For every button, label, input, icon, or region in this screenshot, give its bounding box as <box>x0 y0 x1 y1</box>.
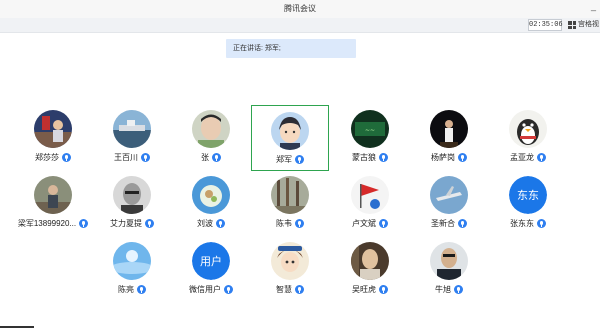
participant-name: 蒙古狼 <box>352 153 376 162</box>
participant-name: 郑军 <box>276 155 292 164</box>
microphone-icon[interactable] <box>212 153 221 162</box>
avatar <box>192 176 230 214</box>
microphone-icon[interactable] <box>145 219 154 228</box>
participant-name: 陈韦 <box>276 219 292 228</box>
microphone-icon[interactable] <box>537 219 546 228</box>
participant-tile[interactable]: 王百川 <box>94 107 170 171</box>
avatar <box>351 176 389 214</box>
microphone-icon[interactable] <box>379 219 388 228</box>
microphone-icon[interactable] <box>79 219 89 228</box>
participant-tile[interactable]: 卢文斌 <box>332 173 408 237</box>
avatar <box>192 110 230 148</box>
participant-tile[interactable]: 艾力夏提 <box>94 173 170 237</box>
grid-view-icon <box>568 21 576 29</box>
divider <box>0 326 34 328</box>
microphone-icon[interactable] <box>379 153 388 162</box>
participant-name: 梁军13899920... <box>17 219 77 228</box>
layout-view-label: 宫格视 <box>578 21 599 28</box>
participant-tile[interactable]: 智慧 <box>252 239 328 303</box>
participant-tile[interactable]: 牛旭 <box>411 239 487 303</box>
participant-name: 卢文斌 <box>352 219 376 228</box>
avatar <box>430 110 468 148</box>
participant-name: 刘波 <box>197 219 213 228</box>
microphone-icon[interactable] <box>224 285 233 294</box>
microphone-icon[interactable] <box>458 219 467 228</box>
title-bar: 腾讯会议 _ <box>0 0 600 18</box>
participant-tile[interactable]: 刘波 <box>173 173 249 237</box>
participant-name: 郑莎莎 <box>35 153 59 162</box>
participant-name: 张 <box>201 153 209 162</box>
microphone-icon[interactable] <box>141 153 150 162</box>
microphone-icon[interactable] <box>537 153 546 162</box>
participant-tile[interactable]: 杨萨岗 <box>411 107 487 171</box>
microphone-icon[interactable] <box>295 219 304 228</box>
avatar <box>113 176 151 214</box>
participant-name: 智慧 <box>276 285 292 294</box>
avatar <box>34 110 72 148</box>
participant-tile[interactable]: 吴旺虎 <box>332 239 408 303</box>
avatar <box>430 176 468 214</box>
participant-name: 王百川 <box>114 153 138 162</box>
avatar: 用户 <box>192 242 230 280</box>
microphone-icon[interactable] <box>295 155 304 164</box>
avatar <box>430 242 468 280</box>
participant-name: 牛旭 <box>435 285 451 294</box>
meeting-toolbar: 02:35:06 宫格视 <box>0 18 600 33</box>
microphone-icon[interactable] <box>62 153 71 162</box>
participant-name: 微信用户 <box>189 285 221 294</box>
participant-tile[interactable]: 张 <box>173 107 249 171</box>
microphone-icon[interactable] <box>454 285 463 294</box>
participant-tile[interactable]: 梁军13899920... <box>15 173 91 237</box>
window-title: 腾讯会议 <box>284 4 316 13</box>
participant-name: 张东东 <box>510 219 534 228</box>
avatar <box>509 110 547 148</box>
participant-tile[interactable]: 用户 微信用户 <box>173 239 249 303</box>
microphone-icon[interactable] <box>137 285 146 294</box>
participant-tile[interactable]: 东东 张东东 <box>490 173 566 237</box>
avatar <box>271 176 309 214</box>
participant-name: 圣新合 <box>431 219 455 228</box>
avatar <box>271 112 309 150</box>
svg-text:~~: ~~ <box>365 127 375 134</box>
participant-tile[interactable]: 陈亮 <box>94 239 170 303</box>
avatar-text: 东东 <box>509 176 547 214</box>
microphone-icon[interactable] <box>379 285 388 294</box>
avatar <box>113 242 151 280</box>
participant-name: 吴旺虎 <box>352 285 376 294</box>
participant-name: 杨萨岗 <box>431 153 455 162</box>
participant-name: 陈亮 <box>118 285 134 294</box>
participant-name: 孟亚龙 <box>510 153 534 162</box>
meeting-timer: 02:35:06 <box>528 19 563 31</box>
avatar-text: 用户 <box>192 242 230 280</box>
participant-tile[interactable]: 孟亚龙 <box>490 107 566 171</box>
avatar: 东东 <box>509 176 547 214</box>
avatar <box>34 176 72 214</box>
participant-tile-active[interactable]: 郑军 <box>251 105 329 171</box>
participant-name: 艾力夏提 <box>110 219 142 228</box>
participant-tile[interactable]: ~~ 蒙古狼 <box>332 107 408 171</box>
avatar <box>351 242 389 280</box>
participant-tile[interactable]: 郑莎莎 <box>15 107 91 171</box>
microphone-icon[interactable] <box>216 219 225 228</box>
speaking-banner: 正在讲话: 郑军; <box>226 39 356 58</box>
minimize-button[interactable]: _ <box>591 1 596 11</box>
microphone-icon[interactable] <box>458 153 467 162</box>
participant-tile[interactable]: 圣新合 <box>411 173 487 237</box>
avatar: ~~ <box>351 110 389 148</box>
layout-view-button[interactable]: 宫格视 <box>568 19 599 31</box>
avatar <box>113 110 151 148</box>
participant-tile[interactable]: 陈韦 <box>252 173 328 237</box>
microphone-icon[interactable] <box>295 285 304 294</box>
avatar <box>271 242 309 280</box>
